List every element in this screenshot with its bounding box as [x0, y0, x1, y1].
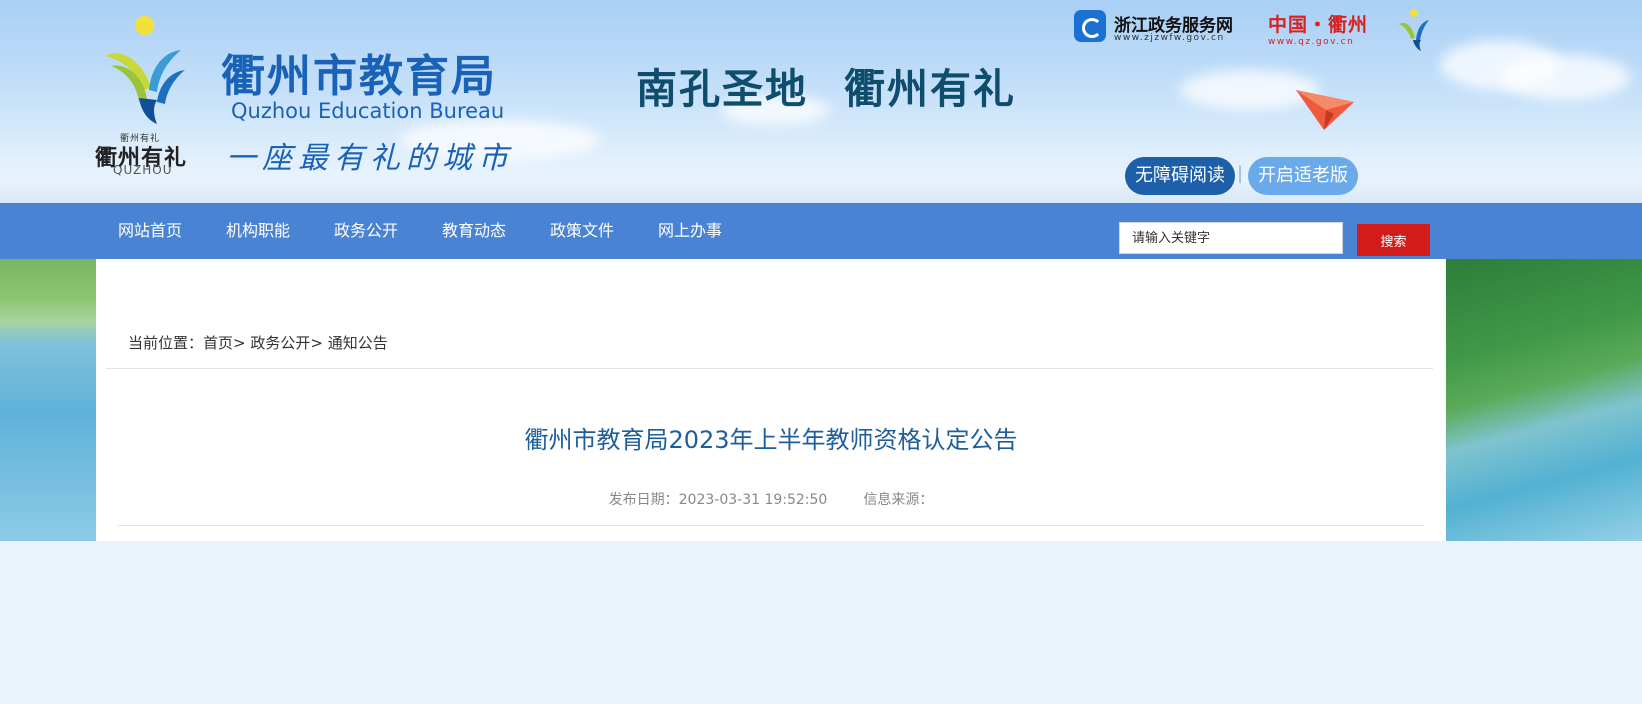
- motto-part2: 衢州有礼: [844, 65, 1016, 113]
- slogan-handwritten: 一座最有礼的城市: [226, 141, 514, 176]
- search-input[interactable]: [1119, 222, 1343, 254]
- content-panel: 当前位置：首页> 政务公开> 通知公告 衢州市教育局2023年上半年教师资格认定…: [96, 259, 1446, 541]
- elderly-mode-button[interactable]: 开启适老版: [1248, 157, 1358, 195]
- breadcrumb-separator: >: [310, 334, 328, 352]
- header-banner: 衢州有礼 衢州有礼 QUZHOU 衢州市教育局 Quzhou Education…: [0, 0, 1642, 203]
- accessibility-reading-button[interactable]: 无障碍阅读: [1125, 157, 1235, 195]
- nav-item-online-service[interactable]: 网上办事: [658, 203, 722, 259]
- left-scenery-image: [0, 259, 96, 541]
- publish-date-label: 发布日期：: [608, 492, 679, 508]
- button-separator: |: [1237, 163, 1244, 184]
- divider: [106, 368, 1433, 369]
- zjzw-logo-icon: [1074, 10, 1106, 42]
- nav-item-home[interactable]: 网站首页: [118, 203, 182, 259]
- breadcrumb-prefix: 当前位置：: [128, 334, 204, 352]
- divider: [118, 525, 1424, 526]
- logo-sun-icon: [135, 16, 154, 35]
- quzhou-gov-link[interactable]: 中国・衢州 www.qz.gov.cn: [1268, 10, 1378, 47]
- right-scenery-image: [1446, 259, 1642, 541]
- qz-url: www.qz.gov.cn: [1268, 37, 1355, 47]
- zjzw-url: www.zjzwfw.gov.cn: [1114, 33, 1225, 43]
- breadcrumb-notices[interactable]: 通知公告: [328, 334, 388, 352]
- search-button[interactable]: 搜索: [1357, 224, 1430, 256]
- qz-name: 中国・衢州: [1268, 14, 1369, 36]
- zjzw-link[interactable]: 浙江政务服务网 www.zjzwfw.gov.cn: [1074, 10, 1244, 46]
- horizon-decoration: [0, 179, 1642, 203]
- publish-date: 2023-03-31 19:52:50: [678, 492, 828, 508]
- article-meta: 发布日期：2023-03-31 19:52:50 信息来源：: [96, 489, 1446, 509]
- breadcrumb-gov-affairs[interactable]: 政务公开: [250, 334, 310, 352]
- quzhou-logo-icon: [105, 50, 185, 124]
- breadcrumb-separator: >: [233, 334, 251, 352]
- breadcrumb-home[interactable]: 首页: [203, 334, 233, 352]
- nav-item-policy[interactable]: 政策文件: [550, 203, 614, 259]
- mini-logo-icon: [1399, 9, 1429, 51]
- article-title: 衢州市教育局2023年上半年教师资格认定公告: [524, 426, 1018, 454]
- city-motto: 南孔圣地 衢州有礼: [636, 55, 1016, 115]
- site-title: 衢州市教育局: [221, 51, 497, 102]
- paper-plane-icon: [1296, 90, 1354, 130]
- source-label: 信息来源：: [863, 492, 934, 508]
- site-subtitle: Quzhou Education Bureau: [231, 99, 505, 123]
- cloud-decoration: [1500, 55, 1630, 100]
- nav-item-institution[interactable]: 机构职能: [226, 203, 290, 259]
- nav-item-edu-news[interactable]: 教育动态: [442, 203, 506, 259]
- breadcrumb: 当前位置：首页> 政务公开> 通知公告: [128, 332, 388, 353]
- motto-part1: 南孔圣地: [636, 65, 808, 113]
- logo-en-text: QUZHOU: [113, 163, 173, 177]
- nav-item-gov-affairs[interactable]: 政务公开: [334, 203, 398, 259]
